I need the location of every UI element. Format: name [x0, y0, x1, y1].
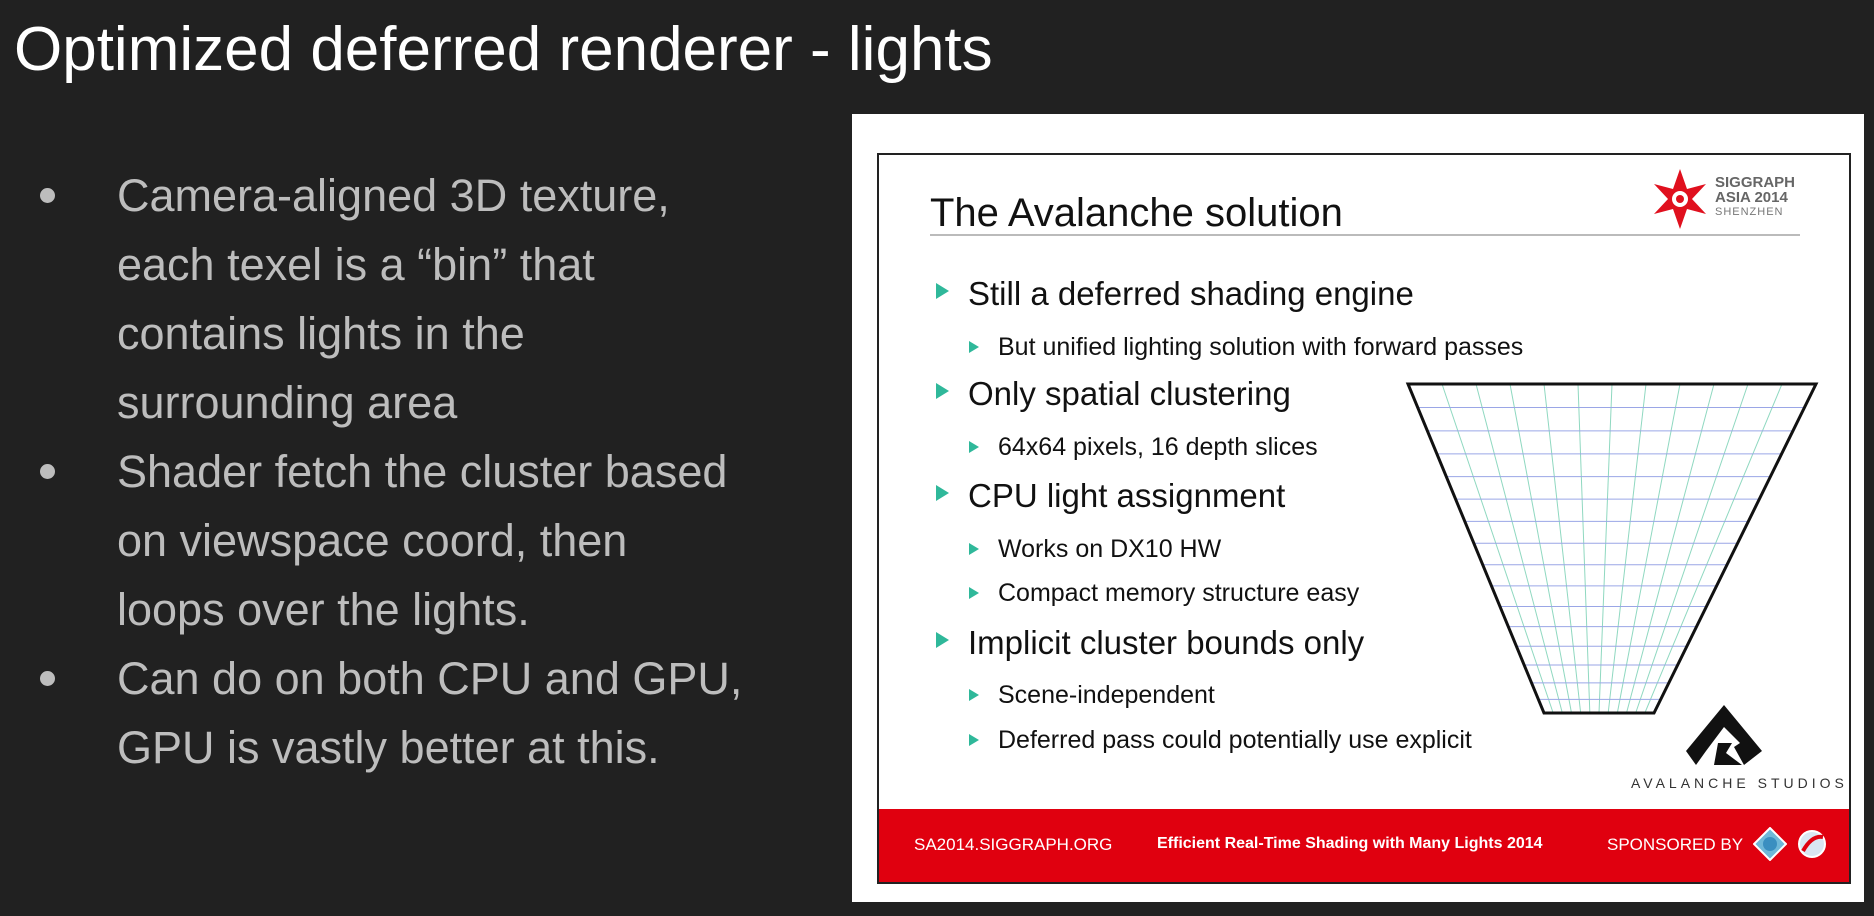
- bullet-triangle-icon: [936, 485, 949, 501]
- logo-line1: SIGGRAPH: [1715, 174, 1796, 191]
- grid-column-line: [1441, 383, 1554, 714]
- studio-name: AVALANCHE STUDIOS: [1631, 775, 1848, 791]
- grid-column-line: [1635, 383, 1749, 714]
- bullet-triangle-icon: [969, 689, 979, 701]
- bullet-line: Can do on both CPU and GPU,: [117, 653, 743, 704]
- bullet-triangle-icon: [936, 632, 949, 648]
- bullet-line: GPU is vastly better at this.: [117, 722, 660, 773]
- slide-subitem: Scene-independent: [998, 681, 1215, 709]
- title-divider: [930, 234, 1800, 236]
- bullet-triangle-icon: [969, 341, 979, 353]
- bullet-triangle-icon: [969, 587, 979, 599]
- acm-logo-icon: [1753, 827, 1787, 861]
- bullet-dot-icon: [40, 671, 55, 686]
- slide-item: Still a deferred shading engine: [968, 275, 1414, 312]
- logo-line3: SHENZHEN: [1715, 206, 1784, 218]
- bullet-triangle-icon: [969, 441, 979, 453]
- sponsor-globe-icon: [1798, 830, 1826, 858]
- slide-title: The Avalanche solution: [930, 191, 1343, 235]
- grid-column-line: [1577, 383, 1591, 714]
- bullet-line: on viewspace coord, then: [117, 515, 628, 566]
- bullet-dot-icon: [40, 464, 55, 479]
- bullet-dot-icon: [40, 188, 55, 203]
- footer-site: SA2014.SIGGRAPH.ORG: [914, 835, 1113, 854]
- footer-course: Efficient Real-Time Shading with Many Li…: [1157, 835, 1543, 852]
- slide-subitem: 64x64 pixels, 16 depth slices: [998, 433, 1318, 461]
- footer-sponsored: SPONSORED BY: [1607, 835, 1744, 854]
- slide-item: CPU light assignment: [968, 477, 1286, 514]
- frustum-grid-diagram: [1405, 382, 1819, 715]
- bullet-triangle-icon: [969, 543, 979, 555]
- grid-column-line: [1644, 383, 1783, 714]
- page-title: Optimized deferred renderer - lights: [14, 15, 993, 84]
- slide-subitem: Compact memory structure easy: [998, 579, 1360, 607]
- bullet-line: loops over the lights.: [117, 584, 530, 635]
- bullet-line: surrounding area: [117, 377, 458, 428]
- bullet-triangle-icon: [936, 383, 949, 399]
- slide-item: Implicit cluster bounds only: [968, 624, 1365, 661]
- slide-subitem: Works on DX10 HW: [998, 535, 1222, 563]
- bullet-line: Camera-aligned 3D texture,: [117, 170, 670, 221]
- slide-subitem: But unified lighting solution with forwa…: [998, 333, 1524, 361]
- grid-column-line: [1598, 383, 1613, 714]
- avalanche-logo-icon: [1686, 705, 1762, 765]
- slide-item: Only spatial clustering: [968, 375, 1291, 412]
- bullet-line: Shader fetch the cluster based: [117, 446, 728, 497]
- bullet-triangle-icon: [969, 734, 979, 746]
- bullet-triangle-icon: [936, 283, 949, 299]
- embedded-slide: The Avalanche solution SIGGRAPH ASIA 201…: [877, 153, 1851, 884]
- slide-subitem: Deferred pass could potentially use expl…: [998, 726, 1472, 754]
- slide-footer: SA2014.SIGGRAPH.ORG Efficient Real-Time …: [879, 809, 1849, 882]
- bullet-line: each texel is a “bin” that: [117, 239, 595, 290]
- bullet-line: contains lights in the: [117, 308, 525, 359]
- frustum-outline: [1405, 382, 1819, 715]
- logo-line2: ASIA 2014: [1715, 189, 1788, 206]
- siggraph-star-icon: [1654, 169, 1706, 229]
